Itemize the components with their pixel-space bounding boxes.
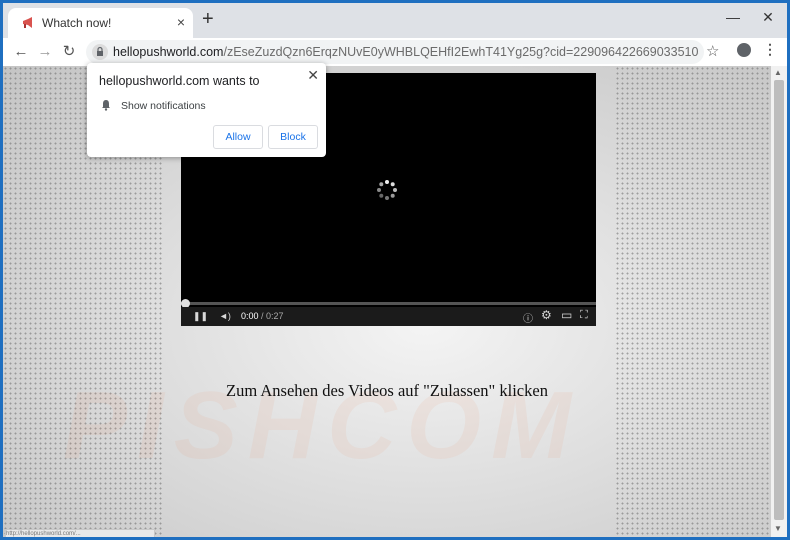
theater-mode-icon[interactable]: ▭: [561, 308, 572, 322]
tab-close-icon[interactable]: ×: [177, 14, 185, 30]
scroll-down-icon[interactable]: ▼: [774, 524, 782, 533]
scroll-up-icon[interactable]: ▲: [774, 68, 782, 77]
back-icon[interactable]: ←: [11, 42, 31, 62]
profile-avatar-icon[interactable]: [737, 43, 751, 57]
dot-pattern-right: [615, 66, 771, 537]
info-icon[interactable]: ⓘ: [523, 310, 533, 325]
tab-strip: Whatch now! × + — ✕: [3, 3, 787, 38]
megaphone-favicon-icon: [23, 17, 32, 28]
popup-close-icon[interactable]: ✕: [307, 67, 319, 84]
video-progress-bar[interactable]: [181, 302, 596, 305]
maximize-icon[interactable]: [714, 3, 750, 33]
permission-label: Show notifications: [121, 100, 206, 112]
allow-button[interactable]: Allow: [213, 125, 263, 149]
url-path: /zEseZuzdQzn6ErqzNUvE0yWHBLQEHfI2EwhT41Y…: [223, 45, 699, 59]
video-time: 0:00 / 0:27: [241, 311, 284, 321]
tab-active[interactable]: Whatch now! ×: [8, 8, 193, 38]
forward-icon[interactable]: →: [35, 42, 55, 62]
current-time: 0:00: [241, 311, 259, 321]
notification-permission-popup: hellopushworld.com wants to ✕ Show notif…: [87, 63, 326, 157]
pause-icon[interactable]: ❚❚: [193, 311, 208, 322]
status-bar: http://hellopushworld.com/...: [5, 529, 155, 537]
new-tab-icon[interactable]: +: [202, 9, 214, 29]
browser-window: Whatch now! × + — ✕ ← → ↻ hellopushworld…: [3, 3, 787, 537]
bell-icon: [102, 100, 110, 111]
tab-title: Whatch now!: [42, 16, 112, 30]
url-text[interactable]: hellopushworld.com/zEseZuzdQzn6ErqzNUvE0…: [113, 45, 699, 59]
scrollbar-thumb[interactable]: [774, 80, 784, 520]
fullscreen-icon[interactable]: ⛶: [580, 309, 588, 322]
menu-icon[interactable]: ⋮: [763, 41, 777, 58]
video-controls: ❚❚ ◄) 0:00 / 0:27 ⓘ ⚙ ▭ ⛶: [181, 307, 596, 326]
address-bar[interactable]: hellopushworld.com/zEseZuzdQzn6ErqzNUvE0…: [86, 40, 704, 64]
bookmark-star-icon[interactable]: ☆: [706, 42, 719, 60]
url-host: hellopushworld.com: [113, 45, 224, 59]
loading-spinner-icon: [377, 180, 397, 200]
lock-icon[interactable]: [92, 44, 108, 60]
reload-icon[interactable]: ↻: [59, 42, 79, 62]
settings-icon[interactable]: ⚙: [541, 308, 552, 322]
instruction-caption: Zum Ansehen des Videos auf "Zulassen" kl…: [226, 381, 548, 400]
duration: / 0:27: [258, 311, 284, 321]
popup-title: hellopushworld.com wants to: [99, 74, 260, 88]
close-window-icon[interactable]: ✕: [750, 3, 786, 33]
vertical-scrollbar[interactable]: ▲ ▼: [771, 66, 787, 537]
block-button[interactable]: Block: [268, 125, 318, 149]
volume-icon[interactable]: ◄): [219, 311, 231, 321]
